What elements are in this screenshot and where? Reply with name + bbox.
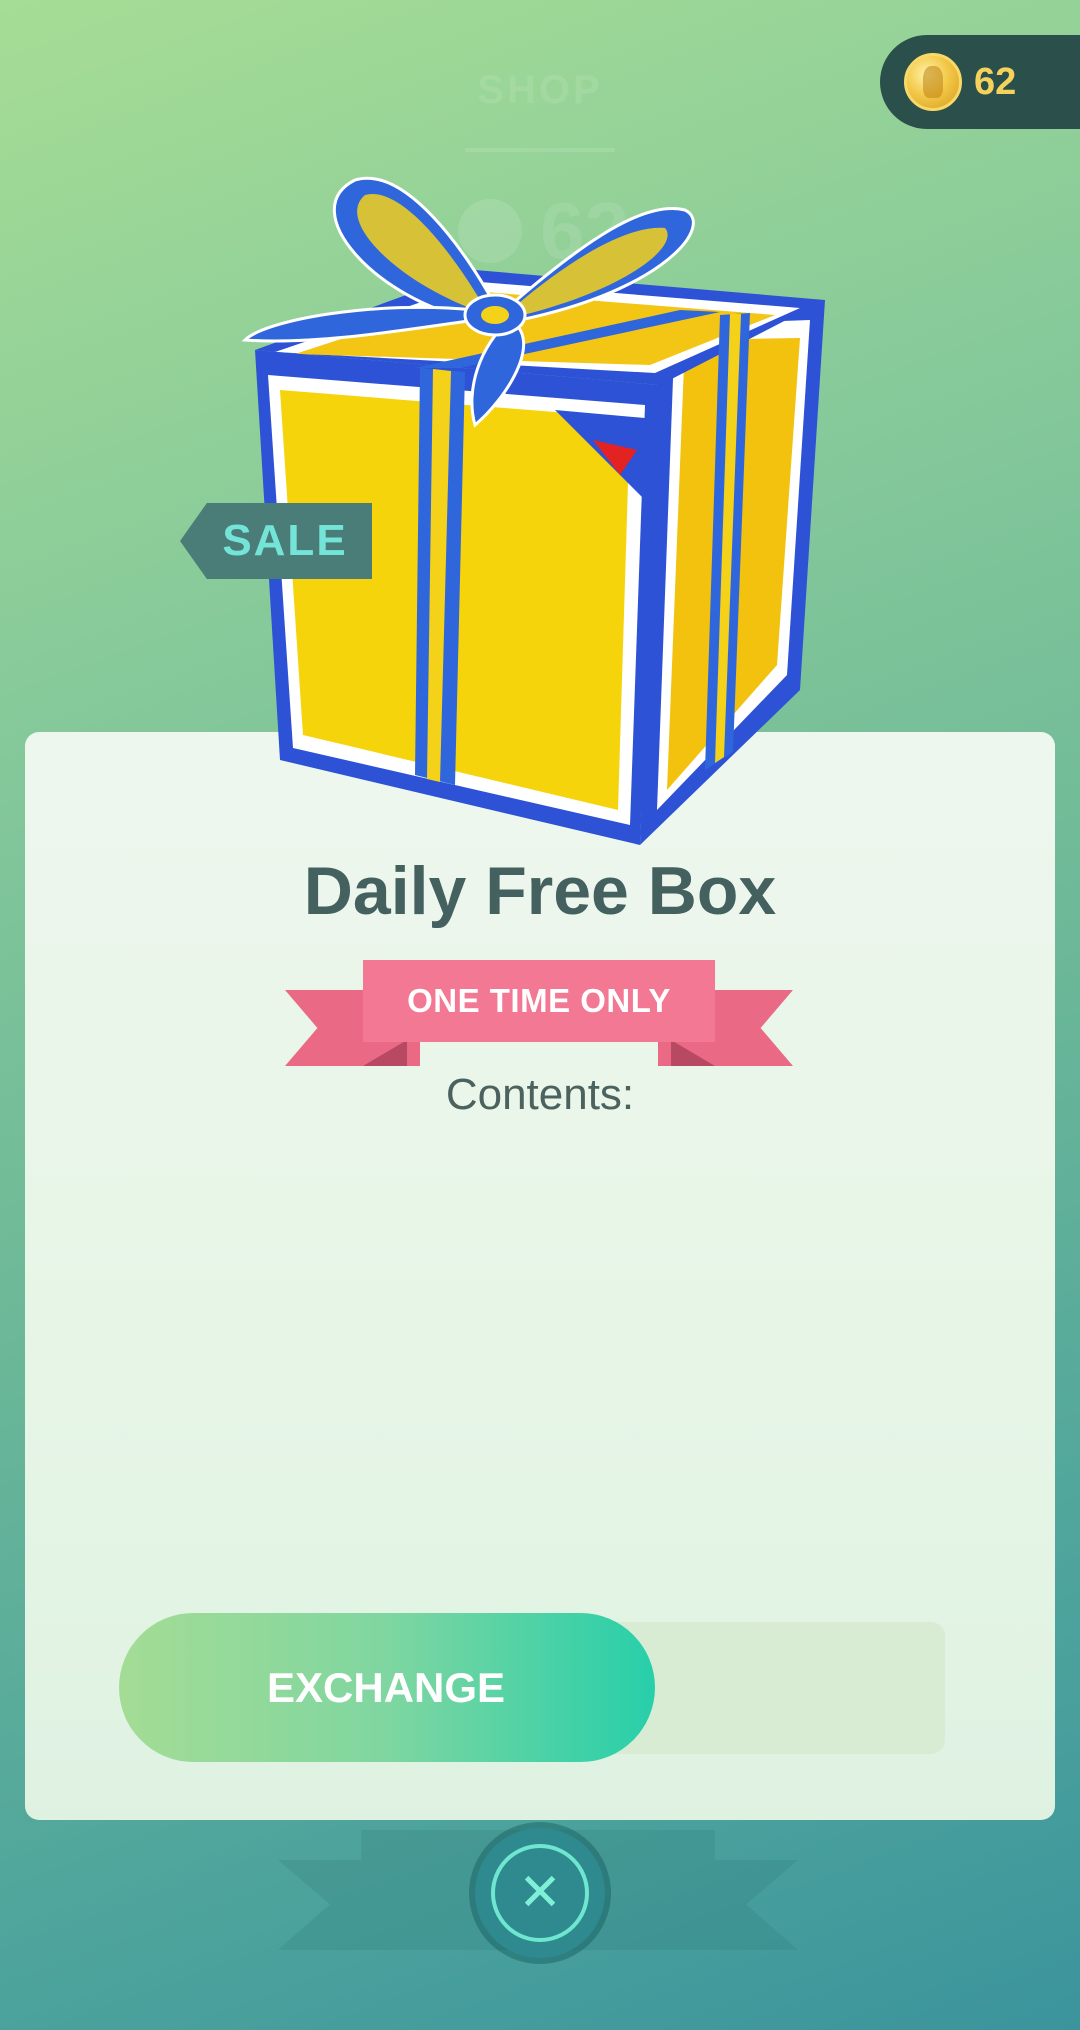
background-divider xyxy=(465,148,615,152)
close-icon: ✕ xyxy=(518,1864,562,1922)
contents-label: Contents: xyxy=(445,1070,635,1119)
ribbon-banner: ONE TIME ONLY xyxy=(363,960,715,1042)
item-title: Daily Free Box xyxy=(303,853,777,929)
coin-counter: 62 xyxy=(880,35,1080,129)
ribbon-label: ONE TIME ONLY xyxy=(407,982,671,1019)
background-coin-icon xyxy=(458,199,522,263)
coin-count: 62 xyxy=(974,60,1017,103)
close-ring: ✕ xyxy=(491,1844,589,1942)
close-button[interactable]: ✕ xyxy=(475,1828,605,1958)
background-coin-value: 62 xyxy=(540,186,629,275)
exchange-button[interactable]: EXCHANGE xyxy=(119,1613,655,1762)
sale-tag-label: SALE xyxy=(222,516,348,565)
sale-tag: SALE xyxy=(180,503,372,579)
one-time-only-ribbon: ONE TIME ONLY xyxy=(285,960,793,1066)
background-coin-total: 62 xyxy=(458,185,629,277)
coin-icon xyxy=(904,53,962,111)
exchange-label: EXCHANGE xyxy=(267,1663,506,1711)
